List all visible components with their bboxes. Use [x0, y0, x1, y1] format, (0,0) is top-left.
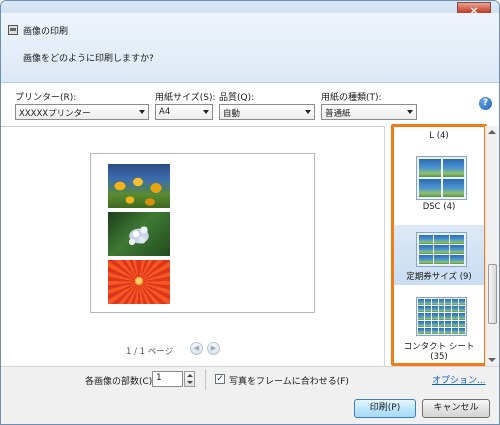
preview-photo-white-flower: [108, 212, 170, 256]
help-icon[interactable]: ?: [479, 97, 492, 110]
quality-select[interactable]: 自動: [219, 104, 315, 120]
paper-size-select-value: A4: [159, 107, 171, 117]
paper-size-label: 用紙サイズ(S):: [155, 93, 216, 103]
printer-label: プリンター(R):: [15, 93, 77, 103]
quality-select-value: 自動: [223, 109, 241, 119]
fit-to-frame-label[interactable]: 写真をフレームに合わせる(F): [229, 374, 349, 387]
layout-highlight-frame: [391, 124, 487, 366]
cancel-button[interactable]: キャンセル: [422, 399, 490, 418]
paper-type-select[interactable]: 普通紙: [321, 104, 417, 120]
previous-page-button[interactable]: ◀: [190, 342, 203, 355]
layout-scrollbar[interactable]: [485, 126, 499, 366]
preview-photo-tulips: [108, 164, 170, 208]
paper-size-select[interactable]: A4: [155, 104, 213, 120]
copies-spinner[interactable]: [184, 371, 195, 387]
page-indicator: 1 / 1 ページ: [126, 347, 174, 357]
printer-select[interactable]: XXXXXプリンター: [15, 104, 149, 120]
copies-input[interactable]: 1: [152, 371, 183, 387]
divider: [205, 369, 206, 390]
printer-icon: [8, 25, 18, 35]
header-band: [1, 13, 499, 83]
chevron-down-icon: [139, 110, 145, 114]
paper-type-select-value: 普通紙: [325, 109, 351, 119]
chevron-down-icon: [203, 110, 209, 114]
chevron-down-icon: [407, 110, 413, 114]
scroll-down-arrow-icon[interactable]: [488, 358, 496, 362]
options-link[interactable]: オプション...: [432, 373, 486, 386]
paper-type-label: 用紙の種類(T):: [321, 93, 382, 103]
print-pictures-window: × 画像の印刷 画像をどのように印刷しますか? プリンター(R): XXXXXプ…: [0, 0, 500, 425]
scroll-up-arrow-icon[interactable]: [488, 130, 496, 134]
instruction-text: 画像をどのように印刷しますか?: [23, 54, 154, 64]
print-button[interactable]: 印刷(P): [354, 399, 416, 418]
printer-select-value: XXXXXプリンター: [19, 109, 91, 119]
fit-to-frame-checkbox[interactable]: ✓: [215, 374, 225, 384]
scroll-thumb[interactable]: [488, 264, 497, 324]
window-title: 画像の印刷: [23, 27, 69, 37]
preview-photo-red-flower: [108, 260, 170, 304]
next-page-button[interactable]: ▶: [207, 342, 220, 355]
chevron-down-icon: [305, 110, 311, 114]
copies-label: 各画像の部数(C):: [85, 377, 156, 387]
quality-label: 品質(Q):: [219, 93, 255, 103]
